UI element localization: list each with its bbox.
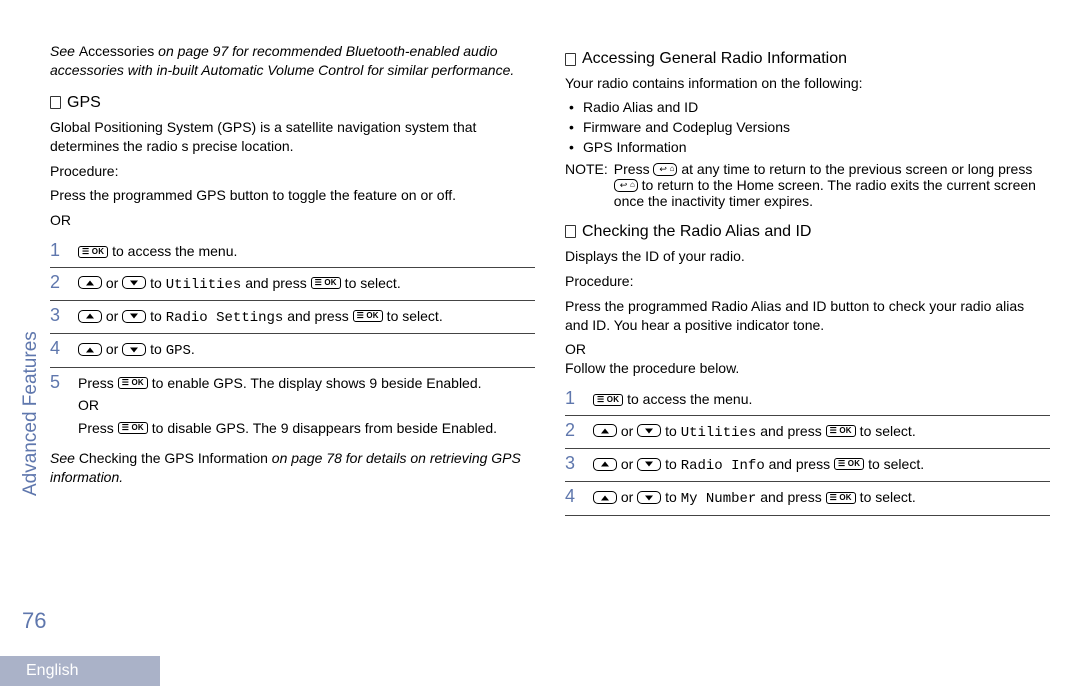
up-key-icon bbox=[78, 310, 102, 323]
back-key-icon bbox=[614, 179, 638, 192]
up-key-icon bbox=[593, 458, 617, 471]
section-icon bbox=[565, 225, 576, 238]
ok-key-icon bbox=[78, 246, 108, 258]
note-block: NOTE: Press at any time to return to the… bbox=[565, 161, 1050, 209]
intro-note: See Accessories on page 97 for recommend… bbox=[50, 42, 535, 80]
right-column: Accessing General Radio Information Your… bbox=[565, 36, 1050, 638]
step-row: 3 or to Radio Settings and press to sele… bbox=[50, 301, 535, 334]
procedure-label: Procedure: bbox=[50, 162, 535, 181]
step-row: 1 to access the menu. bbox=[565, 384, 1050, 415]
gen-intro: Your radio contains information on the f… bbox=[565, 74, 1050, 93]
back-key-icon bbox=[653, 163, 677, 176]
step-row: 4 or to GPS. bbox=[50, 334, 535, 367]
section-icon bbox=[50, 96, 61, 109]
check-press-text: Press the programmed Radio Alias and ID … bbox=[565, 297, 1050, 335]
down-key-icon bbox=[122, 276, 146, 289]
footer-language: English bbox=[0, 656, 160, 686]
ok-key-icon bbox=[834, 458, 864, 470]
step-row: 2 or to Utilities and press to select. bbox=[565, 416, 1050, 449]
down-key-icon bbox=[122, 343, 146, 356]
left-column: See Accessories on page 97 for recommend… bbox=[50, 36, 535, 638]
up-key-icon bbox=[593, 491, 617, 504]
gps-steps: 1 to access the menu. 2 or to Utilities … bbox=[50, 236, 535, 443]
ok-key-icon bbox=[118, 422, 148, 434]
heading-check-alias: Checking the Radio Alias and ID bbox=[565, 223, 1050, 241]
info-bullets: Radio Alias and ID Firmware and Codeplug… bbox=[565, 99, 1050, 155]
step-row: 1 to access the menu. bbox=[50, 236, 535, 267]
step-row: 4 or to My Number and press to select. bbox=[565, 482, 1050, 515]
down-key-icon bbox=[122, 310, 146, 323]
see-gps-info-note: See Checking the GPS Information on page… bbox=[50, 449, 535, 487]
up-key-icon bbox=[78, 343, 102, 356]
step-row: 3 or to Radio Info and press to select. bbox=[565, 449, 1050, 482]
bullet-item: Firmware and Codeplug Versions bbox=[569, 119, 1050, 135]
heading-gps: GPS bbox=[50, 94, 535, 112]
alias-steps: 1 to access the menu. 2 or to Utilities … bbox=[565, 384, 1050, 516]
ok-key-icon bbox=[353, 310, 383, 322]
ok-key-icon bbox=[826, 425, 856, 437]
gps-press-text: Press the programmed GPS button to toggl… bbox=[50, 186, 535, 205]
step-row: 2 or to Utilities and press to select. bbox=[50, 268, 535, 301]
sidebar-section-label: Advanced Features bbox=[20, 476, 42, 496]
down-key-icon bbox=[637, 424, 661, 437]
or-label: OR bbox=[565, 340, 1050, 359]
bullet-item: Radio Alias and ID bbox=[569, 99, 1050, 115]
or-label: OR bbox=[50, 211, 535, 230]
check-intro: Displays the ID of your radio. bbox=[565, 247, 1050, 266]
heading-general-radio-info: Accessing General Radio Information bbox=[565, 50, 1050, 68]
ok-key-icon bbox=[118, 377, 148, 389]
page-number: 76 bbox=[22, 608, 46, 634]
step-row: 5 Press to enable GPS. The display shows… bbox=[50, 368, 535, 443]
gps-description: Global Positioning System (GPS) is a sat… bbox=[50, 118, 535, 156]
up-key-icon bbox=[593, 424, 617, 437]
ok-key-icon bbox=[311, 277, 341, 289]
bullet-item: GPS Information bbox=[569, 139, 1050, 155]
follow-text: Follow the procedure below. bbox=[565, 359, 1050, 378]
up-key-icon bbox=[78, 276, 102, 289]
procedure-label: Procedure: bbox=[565, 272, 1050, 291]
down-key-icon bbox=[637, 458, 661, 471]
down-key-icon bbox=[637, 491, 661, 504]
page-content: See Accessories on page 97 for recommend… bbox=[50, 36, 1050, 638]
section-icon bbox=[565, 53, 576, 66]
ok-key-icon bbox=[593, 394, 623, 406]
ok-key-icon bbox=[826, 492, 856, 504]
